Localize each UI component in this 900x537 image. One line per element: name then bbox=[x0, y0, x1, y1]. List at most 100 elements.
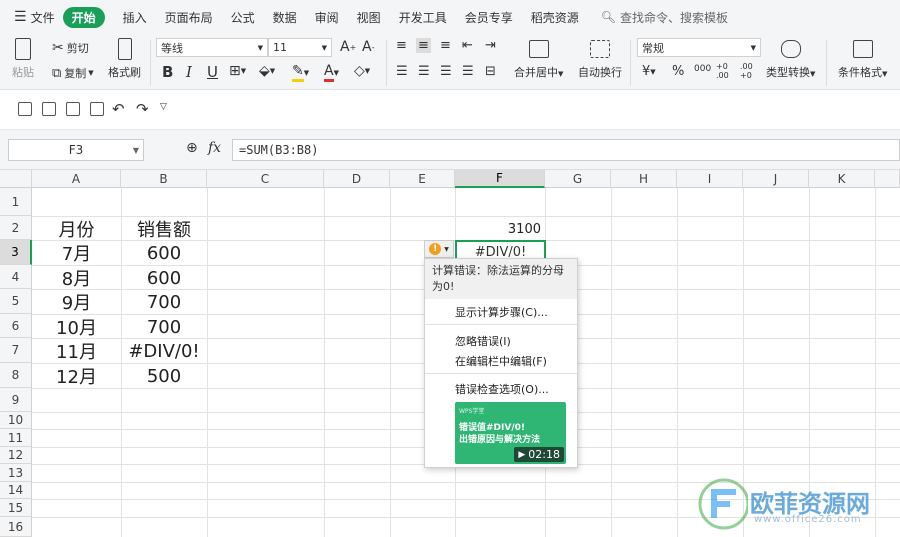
row-header[interactable]: 3 bbox=[0, 240, 32, 265]
tab-data[interactable]: 数据 bbox=[273, 9, 297, 26]
font-size-select[interactable]: 11 ▼ bbox=[268, 38, 332, 57]
cell-a5[interactable]: 9月 bbox=[32, 290, 121, 314]
format-painter-button[interactable]: 格式刷 bbox=[108, 38, 141, 80]
cut-button[interactable]: ✂ 剪切 bbox=[52, 40, 89, 56]
tab-home[interactable]: 开始 bbox=[62, 6, 105, 28]
align-top-button[interactable]: ≡ bbox=[396, 38, 407, 53]
redo-icon[interactable]: ↷ bbox=[136, 100, 149, 118]
cell-b2[interactable]: 销售额 bbox=[121, 217, 207, 241]
cell-b3[interactable]: 600 bbox=[121, 241, 207, 265]
increase-decimal-button[interactable]: +0 .00 bbox=[716, 62, 738, 80]
decrease-font-button[interactable]: A- bbox=[362, 39, 374, 55]
merge-center-button[interactable]: 合并居中▼ bbox=[514, 40, 563, 80]
row-header[interactable]: 7 bbox=[0, 338, 32, 363]
increase-font-button[interactable]: A + bbox=[340, 39, 356, 55]
undo-icon[interactable]: ↶ bbox=[112, 100, 125, 118]
tab-review[interactable]: 审阅 bbox=[315, 9, 339, 26]
cell-a4[interactable]: 8月 bbox=[32, 266, 121, 290]
tab-formulas[interactable]: 公式 bbox=[231, 9, 255, 26]
row-header[interactable]: 12 bbox=[0, 447, 32, 464]
justify-button[interactable]: ☰ bbox=[462, 64, 474, 79]
row-header[interactable]: 15 bbox=[0, 499, 32, 517]
type-convert-button[interactable]: 类型转换▼ bbox=[766, 40, 815, 80]
save-icon[interactable] bbox=[18, 102, 32, 116]
row-header[interactable]: 5 bbox=[0, 289, 32, 314]
currency-button[interactable]: ¥ ▼ bbox=[642, 64, 656, 79]
column-header[interactable]: B bbox=[121, 170, 207, 188]
align-right-button[interactable]: ☰ bbox=[440, 64, 452, 79]
select-all-corner[interactable] bbox=[0, 170, 32, 188]
row-header[interactable]: 2 bbox=[0, 216, 32, 240]
column-header[interactable]: I bbox=[677, 170, 743, 188]
row-header[interactable]: 8 bbox=[0, 363, 32, 388]
cell-a3[interactable]: 7月 bbox=[32, 241, 121, 265]
fill-button[interactable]: ⬙ ▼ bbox=[259, 63, 275, 79]
save-as-icon[interactable] bbox=[42, 102, 56, 116]
column-header[interactable]: D bbox=[324, 170, 390, 188]
function-icon[interactable]: fx bbox=[208, 140, 221, 156]
row-header[interactable]: 1 bbox=[0, 188, 32, 216]
row-header[interactable]: 9 bbox=[0, 388, 32, 412]
row-header[interactable]: 13 bbox=[0, 464, 32, 482]
paste-button[interactable]: 粘贴 bbox=[12, 38, 34, 80]
italic-button[interactable]: I bbox=[186, 63, 192, 81]
tab-developer[interactable]: 开发工具 bbox=[399, 9, 447, 26]
underline-button[interactable]: U bbox=[207, 63, 218, 81]
column-header[interactable]: G bbox=[545, 170, 611, 188]
customize-toolbar-icon[interactable]: ▽ bbox=[160, 102, 167, 112]
print-preview-icon[interactable] bbox=[90, 102, 104, 116]
cell-f2[interactable]: 3100 bbox=[455, 217, 545, 241]
cell-a7[interactable]: 11月 bbox=[32, 339, 121, 363]
tab-page-layout[interactable]: 页面布局 bbox=[165, 9, 213, 26]
distribute-button[interactable]: ⊟ bbox=[485, 64, 496, 79]
column-header[interactable]: C bbox=[207, 170, 324, 188]
indent-decrease-button[interactable]: ⇤ bbox=[462, 38, 473, 53]
indent-increase-button[interactable]: ⇥ bbox=[485, 38, 496, 53]
error-check-button[interactable]: ! ▼ bbox=[424, 240, 454, 258]
align-center-button[interactable]: ☰ bbox=[418, 64, 430, 79]
percent-button[interactable]: % bbox=[672, 64, 684, 79]
cell-a2[interactable]: 月份 bbox=[32, 217, 121, 241]
zoom-icon[interactable]: ⊕ bbox=[186, 140, 198, 156]
border-button[interactable]: ⊞ ▼ bbox=[229, 63, 246, 79]
formula-input[interactable]: =SUM(B3:B8) bbox=[232, 139, 900, 161]
highlight-button[interactable]: ✎ ▼ bbox=[292, 63, 309, 82]
column-header[interactable]: K bbox=[809, 170, 875, 188]
tab-docer[interactable]: 稻壳资源 bbox=[531, 9, 579, 26]
font-color-button[interactable]: A ▼ bbox=[324, 63, 339, 82]
row-header[interactable]: 14 bbox=[0, 482, 32, 499]
menu-item-error-options[interactable]: 错误检查选项(O)... bbox=[455, 381, 549, 397]
cell-b6[interactable]: 700 bbox=[121, 315, 207, 339]
menu-item-show-steps[interactable]: 显示计算步骤(C)... bbox=[455, 304, 548, 320]
row-header[interactable]: 11 bbox=[0, 429, 32, 447]
column-header[interactable]: A bbox=[32, 170, 121, 188]
tab-insert[interactable]: 插入 bbox=[123, 9, 147, 26]
conditional-format-button[interactable]: 条件格式▼ bbox=[838, 40, 887, 80]
cell-b7[interactable]: #DIV/0! bbox=[121, 339, 207, 363]
column-header[interactable]: J bbox=[743, 170, 809, 188]
bold-button[interactable]: B bbox=[162, 63, 173, 81]
row-header[interactable]: 4 bbox=[0, 265, 32, 289]
row-header[interactable]: 6 bbox=[0, 314, 32, 338]
file-menu[interactable]: ☰ 文件 bbox=[14, 9, 55, 26]
column-header[interactable]: H bbox=[611, 170, 677, 188]
align-left-button[interactable]: ☰ bbox=[396, 64, 408, 79]
print-icon[interactable] bbox=[66, 102, 80, 116]
cell-a6[interactable]: 10月 bbox=[32, 315, 121, 339]
command-search[interactable]: 🔍︎ 查找命令、搜索模板 bbox=[601, 9, 728, 26]
name-box[interactable]: F3 ▼ bbox=[8, 139, 144, 161]
number-format-select[interactable]: 常规 ▼ bbox=[637, 38, 761, 57]
font-name-select[interactable]: 等线 ▼ bbox=[156, 38, 268, 57]
thousands-button[interactable]: 000 bbox=[694, 64, 711, 74]
align-bottom-button[interactable]: ≡ bbox=[440, 38, 451, 53]
column-header[interactable]: F bbox=[455, 170, 545, 188]
column-header[interactable]: E bbox=[390, 170, 455, 188]
align-middle-button[interactable]: ≡ bbox=[416, 38, 431, 53]
wrap-text-button[interactable]: 自动换行 bbox=[578, 40, 622, 80]
copy-button[interactable]: ⧉ 复制 ▼ bbox=[52, 65, 94, 81]
row-header[interactable]: 10 bbox=[0, 412, 32, 429]
cell-b4[interactable]: 600 bbox=[121, 266, 207, 290]
cell-b5[interactable]: 700 bbox=[121, 290, 207, 314]
menu-item-ignore-error[interactable]: 忽略错误(I) bbox=[455, 333, 511, 349]
decrease-decimal-button[interactable]: .00 +0 bbox=[740, 62, 762, 80]
